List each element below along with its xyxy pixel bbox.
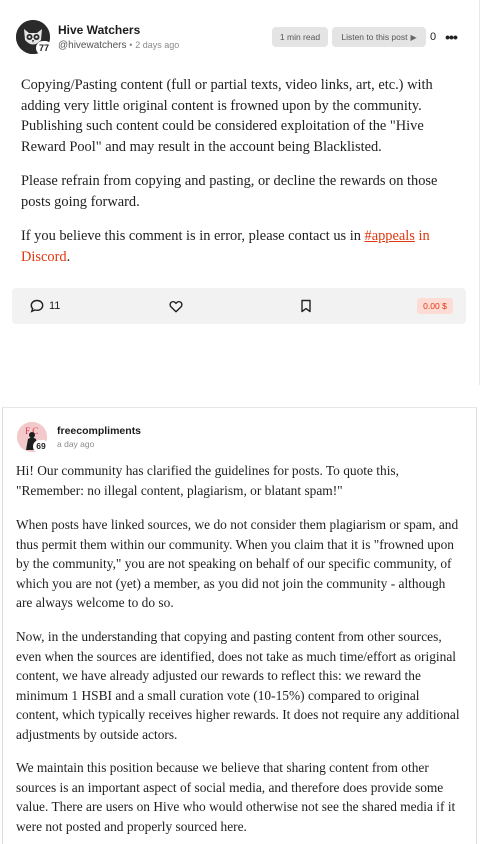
reply-paragraph: When posts have linked sources, we do no… <box>16 517 459 611</box>
read-time-badge: 1 min read <box>272 27 328 47</box>
comment-count: 11 <box>49 300 61 312</box>
payout-badge[interactable]: 0.00 $ <box>417 298 453 314</box>
post-action-bar: 11 0.00 $ <box>12 288 466 324</box>
comments-button[interactable]: 11 <box>30 288 60 324</box>
reply-paragraph: Hi! Our community has clarified the guid… <box>16 463 399 498</box>
reputation-badge: 77 <box>36 41 52 55</box>
more-options-icon[interactable]: ••• <box>444 27 458 47</box>
post-time[interactable]: 2 days ago <box>135 40 179 50</box>
post-paragraph: Copying/Pasting content (full or partial… <box>21 77 433 155</box>
author-name[interactable]: Hive Watchers <box>58 23 140 37</box>
reply-paragraph: Now, in the understanding that copying a… <box>16 629 460 742</box>
listen-button[interactable]: Listen to this post ▶ <box>332 27 426 47</box>
post-paragraph: Please refrain from copying and pasting,… <box>21 173 438 210</box>
play-icon: ▶ <box>410 33 417 42</box>
reply-author-name[interactable]: freecompliments <box>57 425 141 437</box>
comment-icon <box>30 299 44 313</box>
vote-count: 0 <box>430 31 437 43</box>
reply-time[interactable]: a day ago <box>57 439 94 449</box>
reply-paragraph: We maintain this position because we bel… <box>16 760 456 834</box>
appeals-link[interactable]: #appeals <box>365 228 415 244</box>
listen-label: Listen to this post <box>341 32 408 42</box>
author-meta: @hivewatchers • 2 days ago <box>58 40 179 51</box>
bookmark-button[interactable] <box>300 288 312 324</box>
discord-link[interactable]: Discord <box>21 249 67 265</box>
heart-icon <box>169 300 183 312</box>
upvote-button[interactable] <box>169 288 183 324</box>
paragraph-text: . <box>66 248 71 265</box>
author-handle[interactable]: @hivewatchers <box>58 40 127 51</box>
reply-header: F C 69 freecompliments a day ago <box>17 422 466 454</box>
paragraph-text: in <box>414 228 430 244</box>
reply-card: F C 69 freecompliments a day ago Hi! Our… <box>2 407 477 844</box>
post-header: 77 Hive Watchers @hivewatchers • 2 days … <box>16 20 465 56</box>
post-card: 77 Hive Watchers @hivewatchers • 2 days … <box>0 0 480 385</box>
post-paragraph: If you believe this comment is in error,… <box>21 226 459 267</box>
reputation-badge: 69 <box>33 440 49 453</box>
meta-separator: • <box>129 40 133 50</box>
paragraph-text: If you believe this comment is in error,… <box>21 228 365 244</box>
bookmark-icon <box>301 299 311 313</box>
